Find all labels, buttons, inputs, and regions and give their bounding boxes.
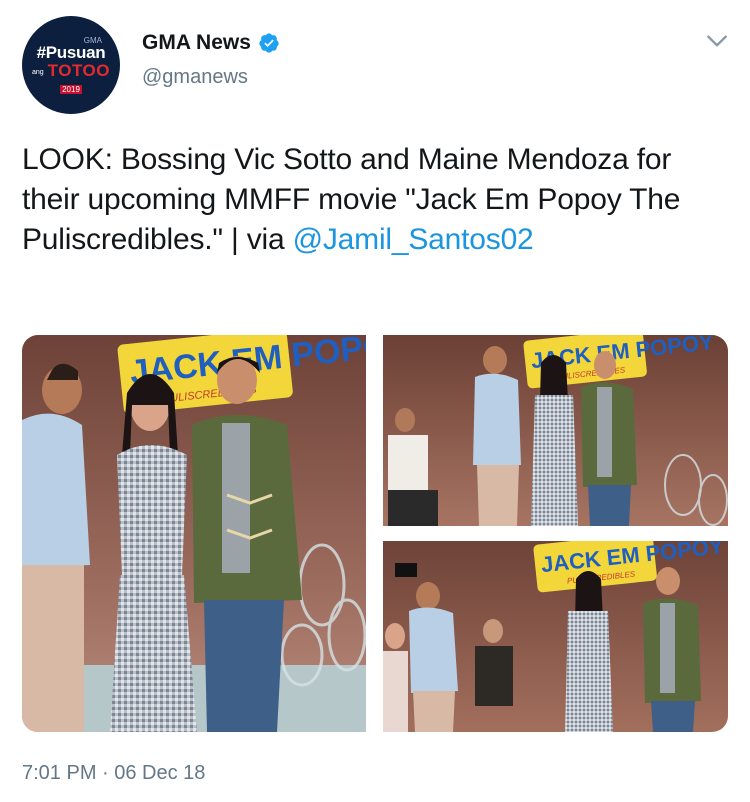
photo-3-image: JACK EM POPOY PULISCREDIBLES [383, 541, 728, 732]
avatar-line1: #Pusuan [36, 43, 106, 62]
avatar-row: ang TOTOO [31, 61, 110, 81]
chevron-down-icon[interactable] [704, 28, 730, 54]
media-grid: JACK EM POPOY PULISCREDIBLES JACK EM POP… [22, 335, 728, 732]
timestamp[interactable]: 7:01 PM · 06 Dec 18 [22, 762, 205, 785]
photo-1[interactable]: JACK EM POPOY PULISCREDIBLES [22, 335, 366, 732]
tweet-text: LOOK: Bossing Vic Sotto and Maine Mendoz… [22, 140, 722, 260]
handle[interactable]: @gmanews [142, 66, 248, 89]
photo-2[interactable]: JACK EM POPOY PULISCREDIBLES [383, 335, 728, 526]
avatar-year: 2019 [60, 85, 82, 94]
photo-1-image: JACK EM POPOY PULISCREDIBLES [22, 335, 366, 732]
tweet-card: GMA #Pusuan ang TOTOO 2019 GMA News @gma… [0, 0, 750, 802]
photo-2-image: JACK EM POPOY PULISCREDIBLES [383, 335, 728, 526]
display-name[interactable]: GMA News [142, 31, 280, 55]
avatar[interactable]: GMA #Pusuan ang TOTOO 2019 [22, 16, 120, 114]
avatar-small-text: ang [31, 68, 44, 76]
photo-3[interactable]: JACK EM POPOY PULISCREDIBLES [383, 541, 728, 732]
mention-link[interactable]: @Jamil_Santos02 [293, 223, 534, 256]
verified-badge-icon [259, 33, 279, 53]
display-name-text: GMA News [142, 31, 251, 54]
avatar-line2: TOTOO [47, 61, 110, 80]
